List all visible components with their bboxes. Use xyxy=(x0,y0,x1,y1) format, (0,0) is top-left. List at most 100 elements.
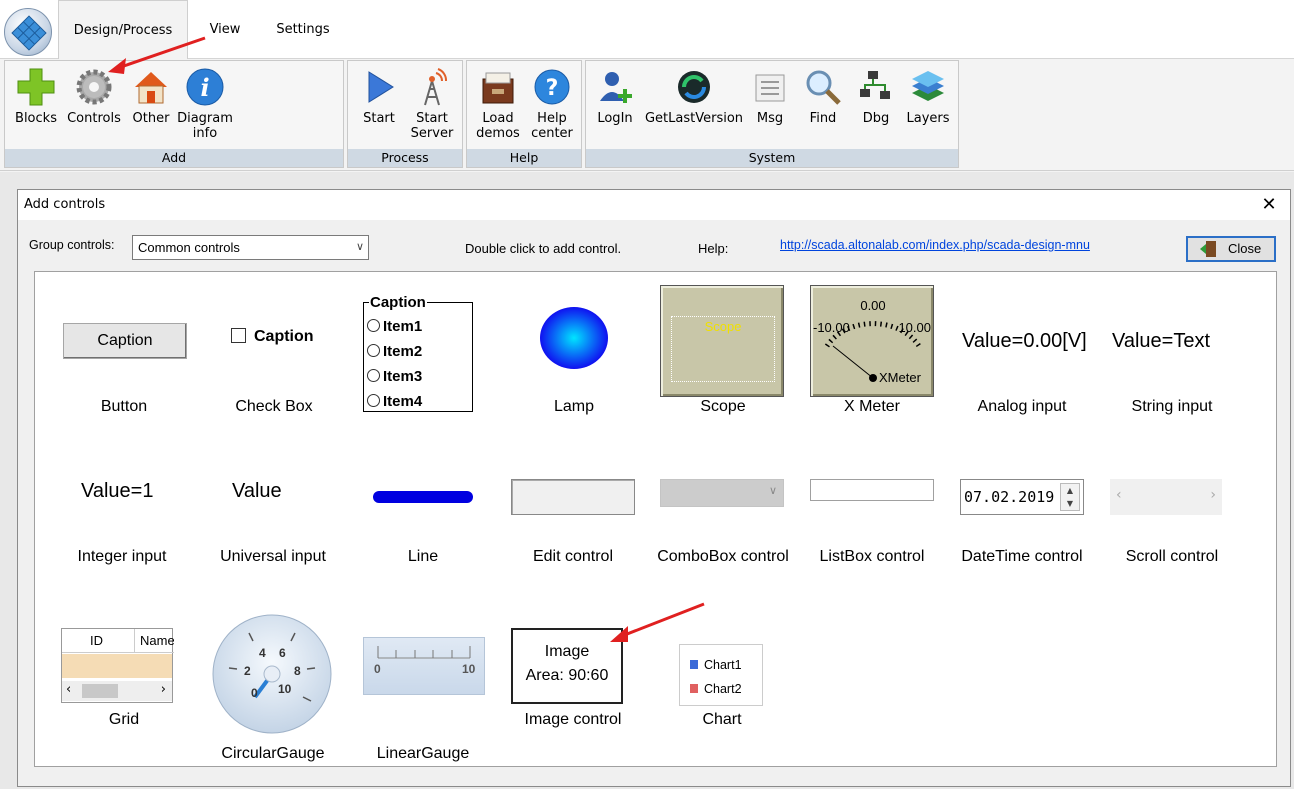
dialog-close-icon[interactable]: ✕ xyxy=(1258,194,1280,216)
lamp-preview[interactable] xyxy=(539,306,609,370)
app-logo-icon xyxy=(11,15,47,51)
start-label: Start xyxy=(363,111,395,126)
xmeter-preview[interactable]: 0.00 -10.00 10.00 XMeter xyxy=(810,285,934,397)
edit-control-preview[interactable] xyxy=(511,479,635,515)
universal-input-preview[interactable]: Value xyxy=(232,480,332,503)
checkbox-preview[interactable]: Caption xyxy=(231,328,361,350)
magnifier-icon xyxy=(806,70,841,105)
xmeter-name: XMeter xyxy=(879,370,921,385)
dbg-button[interactable]: Dbg xyxy=(852,67,900,126)
annotation-arrow-icon xyxy=(610,602,705,642)
grid-column-id: ID xyxy=(90,633,103,648)
chart-legend-item: Chart2 xyxy=(690,682,742,696)
plus-icon xyxy=(17,68,55,106)
grid-preview[interactable]: ID Name ‹ › xyxy=(61,628,174,703)
start-button[interactable]: Start xyxy=(356,67,402,126)
find-label: Find xyxy=(809,111,837,126)
linear-gauge-max: 10 xyxy=(462,662,476,676)
radio-item-label: Item1 xyxy=(383,318,423,335)
tab-settings[interactable]: Settings xyxy=(268,0,338,59)
control-label-string-input: String input xyxy=(1131,398,1213,415)
chart-legend-item: Chart1 xyxy=(690,658,742,672)
file-box-icon xyxy=(482,72,514,104)
control-label-checkbox: Check Box xyxy=(235,398,313,415)
dialog-titlebar: Add controls ✕ xyxy=(18,190,1290,220)
diagram-info-label: Diagram info xyxy=(177,111,233,141)
scroll-control-preview[interactable]: ‹ › xyxy=(1110,479,1222,515)
help-link[interactable]: http://scada.altonalab.com/index.php/sca… xyxy=(780,238,1090,252)
help-center-button[interactable]: ? Help center xyxy=(527,67,577,141)
chart-preview[interactable]: Chart1 Chart2 xyxy=(679,644,763,706)
grid-scrollbar[interactable]: ‹ › xyxy=(62,681,172,701)
find-button[interactable]: Find xyxy=(798,67,848,126)
line-preview[interactable] xyxy=(373,491,473,503)
legend-swatch-red xyxy=(690,684,698,693)
datetime-spin-icon[interactable]: ▲ ▼ xyxy=(1060,483,1080,511)
control-label-line: Line xyxy=(407,548,439,565)
start-server-label: Start Server xyxy=(410,111,454,141)
layers-label: Layers xyxy=(906,111,950,126)
msg-button[interactable]: Msg xyxy=(746,67,794,126)
load-demos-button[interactable]: Load demos xyxy=(473,67,523,141)
integer-input-preview[interactable]: Value=1 xyxy=(81,480,181,503)
control-label-grid: Grid xyxy=(108,711,140,728)
chevron-down-icon: ∨ xyxy=(768,484,777,497)
legend-swatch-blue xyxy=(690,660,698,669)
dialog-title: Add controls xyxy=(24,197,106,212)
control-label-listbox: ListBox control xyxy=(819,548,925,565)
network-debug-icon xyxy=(860,71,890,99)
login-label: LogIn xyxy=(597,111,633,126)
radio-circle-icon xyxy=(367,369,380,382)
help-label: Help: xyxy=(698,241,729,256)
gauge-tick-label: 0 xyxy=(251,686,258,700)
datetime-control-preview[interactable]: 07.02.2019 ▲ ▼ xyxy=(960,479,1084,515)
app-menu-button[interactable] xyxy=(4,8,52,56)
gauge-tick-label: 10 xyxy=(278,682,292,696)
get-last-version-label: GetLastVersion xyxy=(644,111,744,126)
start-server-button[interactable]: Start Server xyxy=(406,67,458,141)
control-label-scroll: Scroll control xyxy=(1125,548,1219,565)
radio-item-label: Item4 xyxy=(383,393,423,410)
help-question-icon: ? xyxy=(534,69,570,105)
control-label-combobox: ComboBox control xyxy=(657,548,789,565)
svg-text:?: ? xyxy=(546,76,559,101)
radio-group-preview[interactable]: Caption Item1 Item2 Item3 Item4 xyxy=(363,294,473,412)
string-input-preview[interactable]: Value=Text xyxy=(1112,330,1232,353)
radio-item-label: Item2 xyxy=(383,343,423,360)
hint-text: Double click to add control. xyxy=(465,241,622,256)
layers-button[interactable]: Layers xyxy=(902,67,954,126)
chevron-left-icon: ‹ xyxy=(66,682,72,697)
radio-item-label: Item3 xyxy=(383,368,423,385)
gauge-tick-label: 4 xyxy=(259,646,266,660)
control-label-xmeter: X Meter xyxy=(843,398,900,415)
datetime-value: 07.02.2019 xyxy=(964,488,1055,506)
control-label-linear-gauge: LinearGauge xyxy=(376,745,470,762)
load-demos-label: Load demos xyxy=(476,111,520,141)
ribbon-group-system: LogIn GetLastVersion Msg Find Dbg Layers… xyxy=(585,60,959,168)
control-label-analog-input: Analog input xyxy=(977,398,1067,415)
button-preview[interactable]: Caption xyxy=(63,323,187,359)
user-add-icon xyxy=(600,72,632,103)
group-controls-select[interactable]: Common controls ∨ xyxy=(132,235,369,260)
blocks-button[interactable]: Blocks xyxy=(9,67,63,126)
get-last-version-button[interactable]: GetLastVersion xyxy=(644,67,744,126)
antenna-icon xyxy=(424,68,447,106)
group-label-add: Add xyxy=(5,149,343,167)
grid-header: ID Name xyxy=(62,629,174,653)
listbox-control-preview[interactable] xyxy=(810,479,934,501)
close-button[interactable]: Close xyxy=(1186,236,1276,262)
control-label-circular-gauge: CircularGauge xyxy=(221,745,325,762)
analog-input-preview[interactable]: Value=0.00[V] xyxy=(962,330,1102,353)
scope-preview[interactable]: Scope xyxy=(660,285,784,397)
grid-scroll-thumb[interactable] xyxy=(82,684,118,698)
login-button[interactable]: LogIn xyxy=(590,67,640,126)
linear-gauge-min: 0 xyxy=(374,662,381,676)
group-controls-value: Common controls xyxy=(138,240,240,255)
combobox-control-preview[interactable]: ∨ xyxy=(660,479,784,507)
grid-row xyxy=(62,654,172,678)
group-label-system: System xyxy=(586,149,958,167)
add-controls-dialog: Add controls ✕ Group controls: Common co… xyxy=(17,189,1291,787)
linear-gauge-preview[interactable]: 0 10 xyxy=(363,637,485,695)
close-button-label: Close xyxy=(1228,241,1262,256)
group-label-process: Process xyxy=(348,149,462,167)
